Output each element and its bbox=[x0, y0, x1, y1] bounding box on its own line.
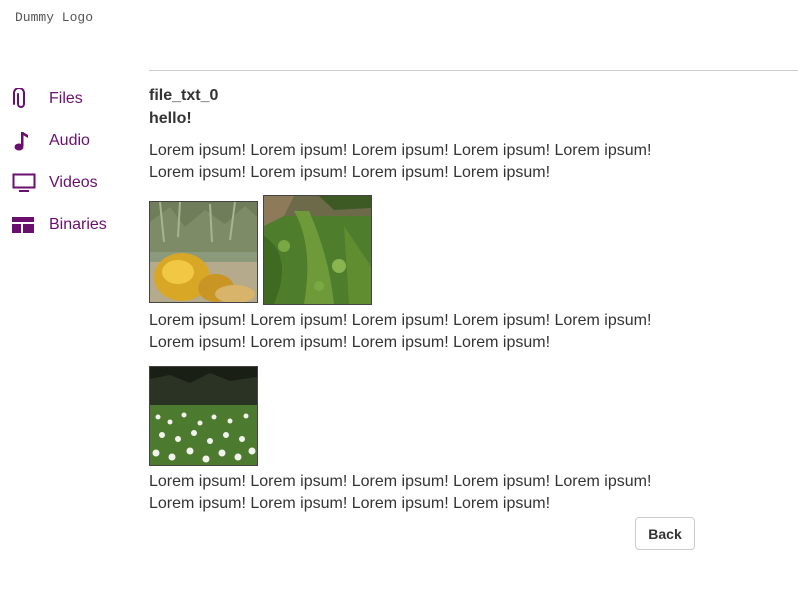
sidebar-item-label: Files bbox=[49, 90, 83, 107]
file-title: file_txt_0 bbox=[149, 87, 219, 104]
sidebar-item-label: Audio bbox=[49, 132, 90, 149]
sidebar-item-label: Videos bbox=[49, 174, 98, 191]
sidebar-item-audio[interactable]: Audio bbox=[12, 120, 132, 162]
monitor-icon bbox=[12, 171, 49, 195]
lemon-photo bbox=[149, 201, 258, 303]
logo: Dummy Logo bbox=[15, 10, 94, 25]
image-row bbox=[149, 366, 798, 466]
file-subtitle: hello! bbox=[149, 110, 192, 127]
table-icon bbox=[12, 213, 49, 237]
paragraph: Lorem ipsum! Lorem ipsum! Lorem ipsum! L… bbox=[149, 473, 652, 512]
music-note-icon bbox=[12, 129, 49, 153]
back-button[interactable]: Back bbox=[635, 517, 695, 550]
paragraph: Lorem ipsum! Lorem ipsum! Lorem ipsum! L… bbox=[149, 142, 652, 181]
paragraph: Lorem ipsum! Lorem ipsum! Lorem ipsum! L… bbox=[149, 312, 652, 351]
grass-path-photo bbox=[263, 195, 372, 305]
daisy-field-photo bbox=[149, 366, 258, 466]
sidebar-item-label: Binaries bbox=[49, 216, 107, 233]
sidebar: Files Audio Videos Binaries bbox=[12, 78, 132, 246]
paperclip-icon bbox=[12, 87, 49, 111]
file-content: file_txt_0 hello! Lorem ipsum! Lorem ips… bbox=[149, 70, 798, 515]
divider bbox=[149, 70, 798, 71]
sidebar-item-files[interactable]: Files bbox=[12, 78, 132, 120]
image-row bbox=[149, 195, 798, 305]
sidebar-item-binaries[interactable]: Binaries bbox=[12, 204, 132, 246]
sidebar-item-videos[interactable]: Videos bbox=[12, 162, 132, 204]
